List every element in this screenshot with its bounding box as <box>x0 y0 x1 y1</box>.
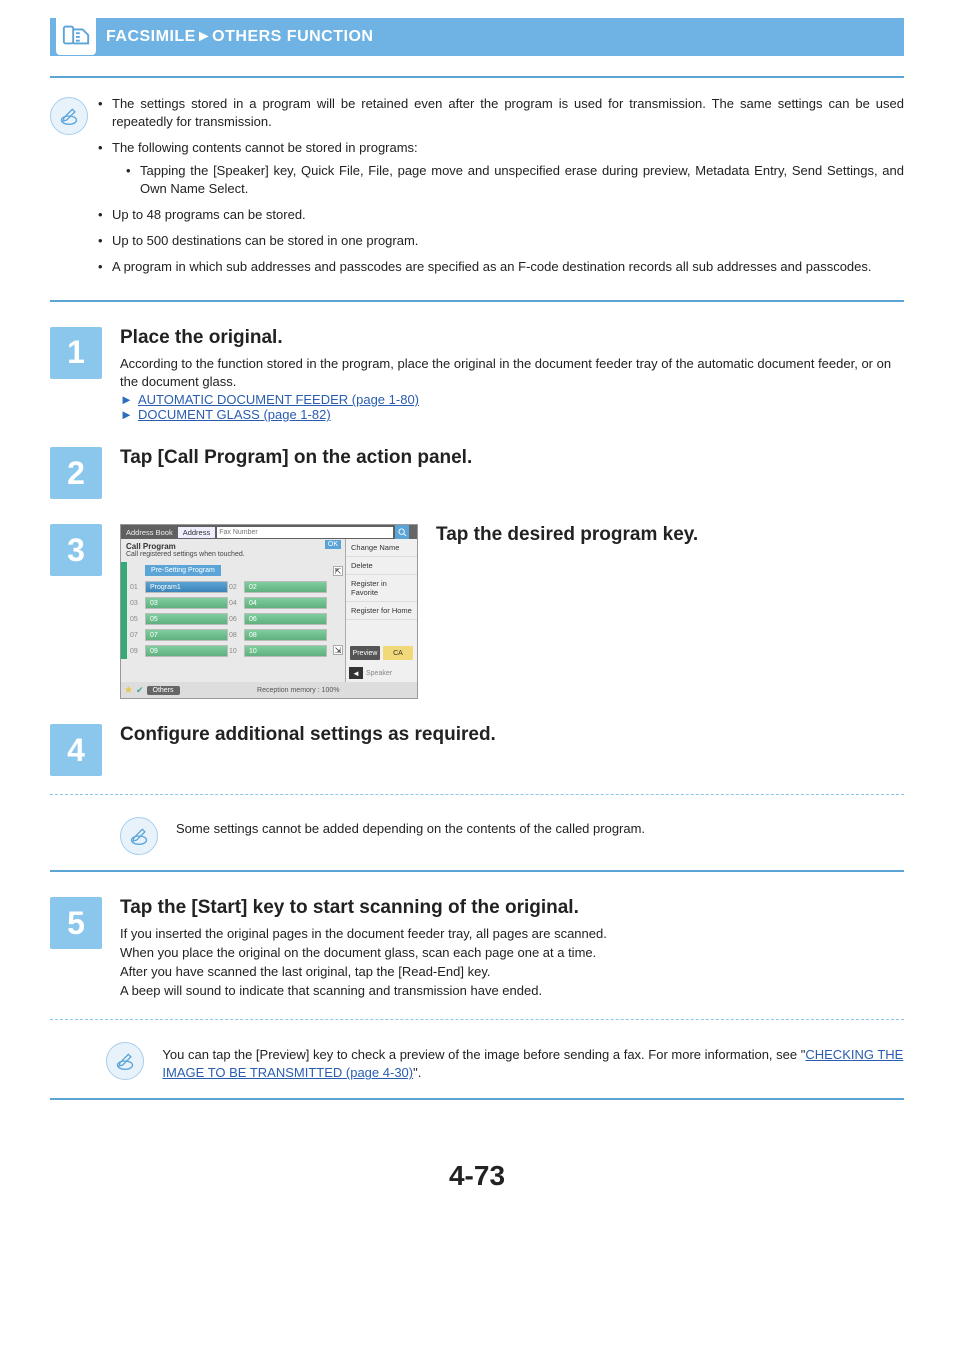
ui-screenshot: Address Book Address Call Program Call r… <box>120 524 418 699</box>
program-key[interactable]: 10 <box>244 645 327 657</box>
others-button[interactable]: Others <box>147 686 180 695</box>
action-change-name[interactable]: Change Name <box>346 539 417 557</box>
step-title: Tap the [Start] key to start scanning of… <box>120 897 904 919</box>
program-key[interactable]: 07 <box>145 629 228 641</box>
page-number: 4-73 <box>50 1160 904 1192</box>
step-title: Tap the desired program key. <box>436 524 904 546</box>
step-3: 3 Address Book Address Call Program Call… <box>50 524 904 699</box>
tab-address[interactable]: Address <box>178 527 216 538</box>
step-text: When you place the original on the docum… <box>120 944 904 963</box>
pencil-note-icon <box>50 97 88 135</box>
bullet-item: The following contents cannot be stored … <box>98 139 904 198</box>
step-4: 4 Configure additional settings as requi… <box>50 724 904 776</box>
sub-bullet-item: Tapping the [Speaker] key, Quick File, F… <box>126 162 904 198</box>
star-icon[interactable]: ★ <box>124 685 133 696</box>
program-key[interactable]: Program1 <box>145 581 228 593</box>
step-5: 5 Tap the [Start] key to start scanning … <box>50 897 904 1000</box>
speaker-label: Speaker <box>366 670 392 677</box>
divider <box>50 76 904 78</box>
step-5-note: You can tap the [Preview] key to check a… <box>50 1038 904 1084</box>
step-1: 1 Place the original. According to the f… <box>50 327 904 423</box>
step-text: According to the function stored in the … <box>120 355 904 393</box>
breadcrumb: FACSIMILE►OTHERS FUNCTION <box>106 28 373 46</box>
divider <box>50 1098 904 1100</box>
search-icon[interactable] <box>395 525 409 539</box>
step-4-note: Some settings cannot be added depending … <box>50 813 904 855</box>
dashed-divider <box>50 794 904 795</box>
action-register-home[interactable]: Register for Home <box>346 602 417 620</box>
header-bar: FACSIMILE►OTHERS FUNCTION <box>50 18 904 56</box>
scroll-down-icon[interactable]: ⇲ <box>333 645 343 655</box>
program-key[interactable]: 08 <box>244 629 327 641</box>
memory-label: Reception memory : 100% <box>183 687 414 694</box>
step-number: 3 <box>50 524 102 576</box>
note-text: Some settings cannot be added depending … <box>176 813 645 836</box>
link-doc-glass[interactable]: DOCUMENT GLASS (page 1-82) <box>138 407 331 422</box>
scrollbar[interactable]: ⇱⇲ <box>331 562 345 659</box>
preview-button[interactable]: Preview <box>350 646 380 660</box>
program-key[interactable]: 02 <box>244 581 327 593</box>
pencil-note-icon <box>106 1042 144 1080</box>
step-text: After you have scanned the last original… <box>120 963 904 982</box>
bullet-item: The settings stored in a program will be… <box>98 95 904 131</box>
presetting-button[interactable]: Pre-Setting Program <box>145 565 221 576</box>
bullet-item: Up to 500 destinations can be stored in … <box>98 232 904 250</box>
step-title: Place the original. <box>120 327 904 349</box>
divider <box>50 300 904 302</box>
step-number: 5 <box>50 897 102 949</box>
link-adf[interactable]: AUTOMATIC DOCUMENT FEEDER (page 1-80) <box>138 392 419 407</box>
info-note: The settings stored in a program will be… <box>50 93 904 285</box>
fax-number-input[interactable] <box>217 527 393 538</box>
fax-icon <box>56 15 96 55</box>
scroll-up-icon[interactable]: ⇱ <box>333 566 343 576</box>
panel-title: Call Program <box>121 539 345 551</box>
info-bullet-list: The settings stored in a program will be… <box>98 93 904 285</box>
step-number: 1 <box>50 327 102 379</box>
panel-subtitle: Call registered settings when touched. <box>121 551 345 562</box>
program-key[interactable]: 03 <box>145 597 228 609</box>
bullet-item: Up to 48 programs can be stored. <box>98 206 904 224</box>
step-title: Tap [Call Program] on the action panel. <box>120 447 904 469</box>
step-2: 2 Tap [Call Program] on the action panel… <box>50 447 904 499</box>
step-number: 2 <box>50 447 102 499</box>
program-key[interactable]: 04 <box>244 597 327 609</box>
action-register-favorite[interactable]: Register in Favorite <box>346 575 417 602</box>
check-icon[interactable]: ✔ <box>136 685 144 696</box>
ca-button[interactable]: CA <box>383 646 413 660</box>
ok-button[interactable]: OK <box>325 540 341 549</box>
bullet-item: A program in which sub addresses and pas… <box>98 258 904 276</box>
pencil-note-icon <box>120 817 158 855</box>
arrow-icon: ► <box>120 392 138 407</box>
step-text: If you inserted the original pages in th… <box>120 925 904 944</box>
arrow-icon: ► <box>120 407 138 422</box>
divider <box>50 870 904 872</box>
side-toggle-icon[interactable] <box>409 525 417 539</box>
note-text: You can tap the [Preview] key to check a… <box>162 1038 904 1084</box>
program-key[interactable]: 06 <box>244 613 327 625</box>
step-number: 4 <box>50 724 102 776</box>
program-key[interactable]: 05 <box>145 613 228 625</box>
program-key[interactable]: 09 <box>145 645 228 657</box>
step-text: A beep will sound to indicate that scann… <box>120 982 904 1001</box>
dashed-divider <box>50 1019 904 1020</box>
action-delete[interactable]: Delete <box>346 557 417 575</box>
step-title: Configure additional settings as require… <box>120 724 904 746</box>
tab-address-book[interactable]: Address Book <box>121 527 178 538</box>
speaker-icon[interactable] <box>349 667 363 679</box>
